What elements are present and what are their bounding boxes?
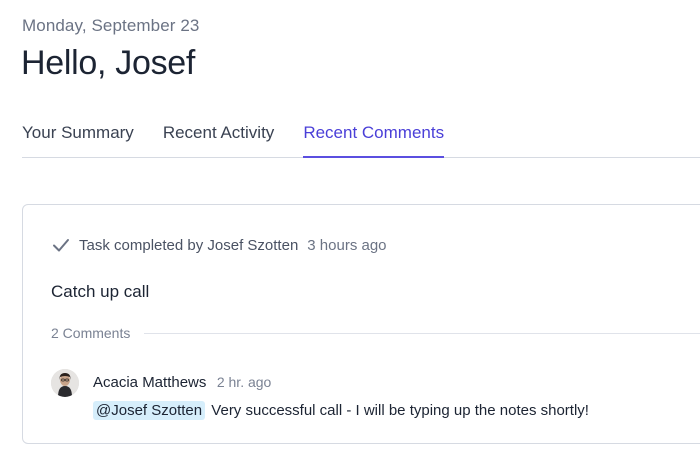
activity-card: Task completed by Josef Szotten 3 hours … — [22, 204, 700, 444]
comment-body: @Josef Szotten Very successful call - I … — [93, 401, 589, 420]
divider-line — [144, 332, 700, 334]
task-completed-text: Task completed by Josef Szotten — [79, 236, 299, 254]
mention-tag[interactable]: @Josef Szotten — [93, 401, 206, 420]
check-icon — [53, 239, 69, 252]
avatar-image — [51, 369, 79, 397]
comments-count[interactable]: 2 Comments — [51, 325, 130, 341]
task-status-line: Task completed by Josef Szotten 3 hours … — [51, 235, 387, 255]
page-title: Hello, Josef — [21, 44, 196, 82]
tab-bar: Your Summary Recent Activity Recent Comm… — [22, 120, 700, 158]
current-date: Monday, September 23 — [22, 16, 200, 35]
comment-timestamp: 2 hr. ago — [216, 374, 272, 390]
comment-author[interactable]: Acacia Matthews — [93, 374, 206, 391]
avatar[interactable] — [51, 369, 79, 397]
comments-divider: 2 Comments — [51, 325, 700, 341]
task-title[interactable]: Catch up call — [51, 282, 149, 302]
comment-header: Acacia Matthews 2 hr. ago — [93, 374, 271, 392]
tab-recent-comments[interactable]: Recent Comments — [303, 120, 445, 158]
comment-text: Very successful call - I will be typing … — [211, 402, 589, 419]
tab-recent-activity[interactable]: Recent Activity — [163, 120, 275, 156]
tab-your-summary[interactable]: Your Summary — [22, 120, 134, 156]
task-timestamp: 3 hours ago — [307, 236, 387, 254]
